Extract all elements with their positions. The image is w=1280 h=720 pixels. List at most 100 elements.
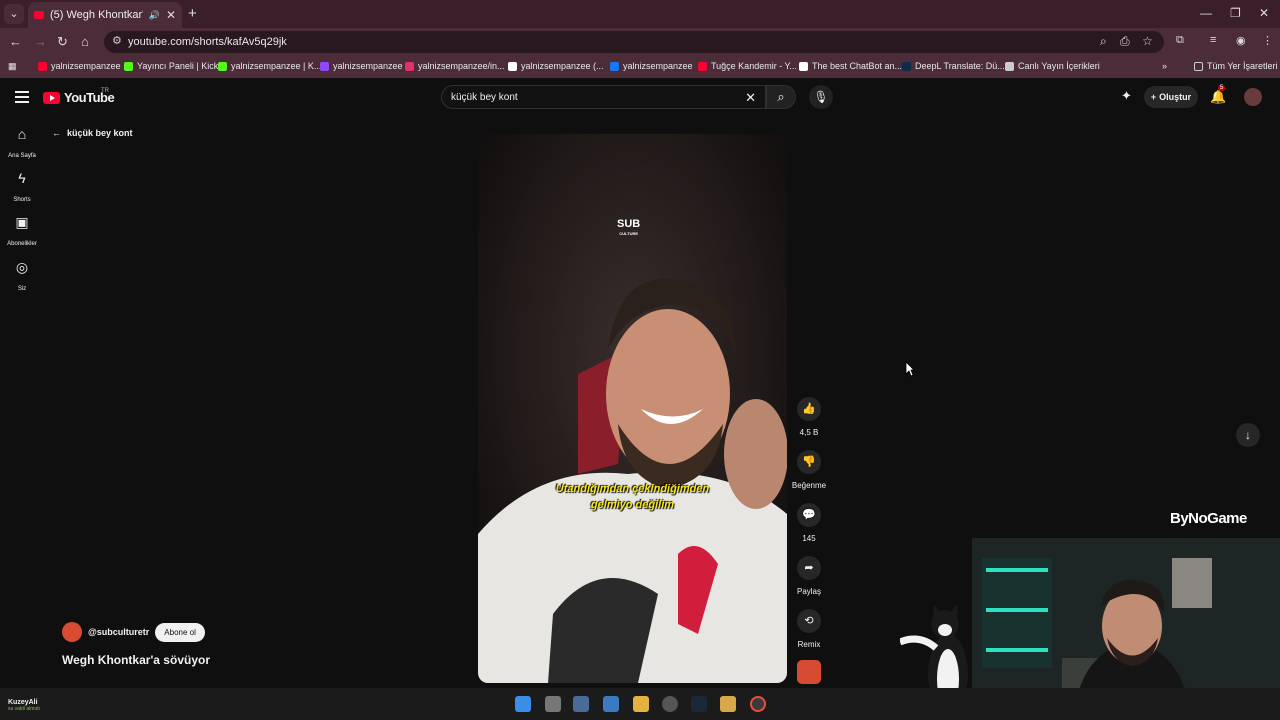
bookmark-favicon-icon — [218, 61, 227, 71]
bookmark-label: The best ChatBot an... — [812, 61, 903, 71]
video-caption: Utandığımdan çekindiğimden gelmiyo değil… — [478, 481, 787, 513]
video-title[interactable]: Wegh Khontkar'a sövüyor — [62, 653, 210, 667]
forward-nav-icon[interactable]: → — [34, 34, 47, 49]
zoom-icon[interactable]: ⌕ — [1100, 34, 1107, 49]
all-bookmarks[interactable]: Tüm Yer İşaretleri — [1194, 61, 1278, 71]
shorts-video-player[interactable]: SUB CULTURE — [478, 134, 787, 683]
file-explorer-icon[interactable] — [633, 696, 649, 712]
reload-icon[interactable]: ↻ — [57, 34, 68, 50]
tab-title: (5) Wegh Khontkar'a sövüyo — [50, 9, 143, 21]
extensions-icon[interactable]: ⧉ — [1176, 34, 1184, 47]
task-view-icon[interactable] — [545, 696, 561, 712]
sponsor-logo: ByNoGame — [1170, 510, 1247, 527]
voice-search-button[interactable]: 🎙 — [809, 85, 833, 109]
bookmark-label: yalnizsempanzee | K... — [231, 61, 322, 71]
dislike-button[interactable]: 👎 Beğenme — [791, 450, 827, 490]
sidebar-item-shorts[interactable]: ϟ Shorts — [0, 170, 44, 206]
close-tab-icon[interactable]: ✕ — [166, 8, 176, 22]
browser-tab[interactable]: (5) Wegh Khontkar'a sövüyo 🔊 ✕ — [28, 2, 182, 28]
channel-thumbnail[interactable] — [797, 660, 821, 684]
search-button[interactable]: ⌕ — [766, 85, 796, 109]
comment-count: 145 — [802, 534, 816, 543]
notifications-button[interactable]: 🔔 5 — [1210, 85, 1227, 105]
bookmark-item[interactable]: Canlı Yayın İçerikleri — [1005, 61, 1100, 71]
bookmark-favicon-icon — [320, 61, 329, 71]
close-window-button[interactable]: ✕ — [1259, 6, 1269, 20]
remix-button[interactable]: ⟲ Remix — [791, 609, 827, 649]
search-icon: ⌕ — [777, 89, 785, 104]
cast-icon[interactable]: ✦ — [1121, 88, 1132, 104]
taskbar-widget[interactable]: KuzeyAli su vakti almıdı — [8, 699, 40, 712]
bookmark-label: DeepL Translate: Dü... — [915, 61, 1005, 71]
comments-button[interactable]: 💬 145 — [791, 503, 827, 543]
hamburger-menu-icon[interactable] — [15, 91, 29, 106]
bookmark-item[interactable]: Yayıncı Paneli | Kick — [124, 61, 218, 71]
plus-icon: + — [1150, 92, 1157, 102]
youtube-favicon — [34, 11, 44, 19]
bookmark-item[interactable]: yalnizsempanzee (... — [508, 61, 604, 71]
create-button[interactable]: + Oluştur — [1144, 86, 1198, 108]
app-icon-2[interactable] — [603, 696, 619, 712]
clear-search-icon[interactable]: ✕ — [745, 90, 756, 106]
sidebar-item-home[interactable]: ⌂ Ana Sayfa — [0, 126, 44, 162]
windows-start-icon[interactable] — [515, 696, 531, 712]
share-button[interactable]: ➦ Paylaş — [791, 556, 827, 596]
remix-label: Remix — [797, 640, 821, 649]
address-bar[interactable]: ⚙ youtube.com/shorts/kafAv5q29jk ⌕ ⎙ ☆ — [104, 31, 1164, 53]
bookmark-item[interactable]: The best ChatBot an... — [799, 61, 902, 71]
bookmark-label: Yayıncı Paneli | Kick — [137, 61, 219, 71]
install-icon[interactable]: ⎙ — [1120, 34, 1130, 49]
watermark-text: SUB — [617, 218, 641, 230]
channel-name[interactable]: @subculturetr — [88, 627, 149, 637]
bookmark-item[interactable]: yalnizsempanzee — [38, 61, 121, 71]
sidebar-label: Abonelikler — [7, 241, 37, 247]
app-icon-3[interactable] — [662, 696, 678, 712]
channel-info: @subculturetr Abone ol — [62, 622, 205, 642]
speaker-icon[interactable]: 🔊 — [149, 10, 160, 21]
bookmark-star-icon[interactable]: ☆ — [1142, 34, 1153, 48]
subscribe-button[interactable]: Abone ol — [155, 622, 205, 642]
steam-icon[interactable] — [691, 696, 707, 712]
media-icon[interactable]: ≡ — [1210, 34, 1216, 46]
profile-icon[interactable]: ◉ — [1236, 34, 1246, 47]
bell-icon: 🔔 — [1210, 89, 1227, 104]
back-to-search[interactable]: ← küçük bey kont — [52, 128, 133, 138]
account-avatar[interactable] — [1244, 88, 1262, 106]
bookmark-item[interactable]: yalnizsempanzee — [320, 61, 403, 71]
bookmark-item[interactable]: Tuğçe Kandemir - Y... — [698, 61, 797, 71]
app-icon-4[interactable] — [720, 696, 736, 712]
chrome-icon[interactable] — [750, 696, 766, 712]
new-tab-button[interactable]: + — [188, 5, 197, 22]
minimize-button[interactable]: — — [1200, 6, 1212, 20]
like-button[interactable]: 👍 4,5 B — [791, 397, 827, 437]
youtube-logo[interactable]: YouTube TR — [43, 88, 115, 105]
bookmark-favicon-icon — [610, 61, 619, 71]
search-input[interactable]: küçük bey kont ✕ — [441, 85, 766, 109]
site-info-icon[interactable]: ⚙ — [112, 34, 122, 47]
bookmark-label: yalnizsempanzee — [333, 61, 403, 71]
youtube-play-icon — [43, 91, 60, 104]
bookmark-item[interactable]: yalnizsempanzee/in... — [405, 61, 505, 71]
home-icon: ⌂ — [17, 126, 27, 142]
channel-avatar[interactable] — [62, 622, 82, 642]
tab-list-button[interactable]: ⌄ — [4, 4, 24, 24]
more-bookmarks-icon[interactable]: » — [1162, 61, 1167, 71]
back-nav-icon[interactable]: ← — [9, 34, 22, 49]
menu-icon[interactable]: ⋮ — [1262, 34, 1273, 47]
apps-icon[interactable]: ▦ — [8, 61, 17, 72]
home-nav-icon[interactable]: ⌂ — [81, 34, 89, 49]
sidebar-label: Shorts — [13, 197, 31, 203]
bookmark-item[interactable]: yalnizsempanzee — [610, 61, 693, 71]
bookmark-item[interactable]: yalnizsempanzee | K... — [218, 61, 321, 71]
like-count: 4,5 B — [799, 428, 819, 437]
sidebar-item-you[interactable]: ◎ Siz — [0, 259, 44, 295]
restore-button[interactable]: ❐ — [1230, 6, 1241, 20]
country-code: TR — [101, 88, 109, 94]
bookmark-label: Canlı Yayın İçerikleri — [1018, 61, 1100, 71]
app-icon-1[interactable] — [573, 696, 589, 712]
next-video-button[interactable]: ↓ — [1236, 423, 1260, 447]
bookmark-favicon-icon — [698, 61, 707, 71]
bookmark-item[interactable]: DeepL Translate: Dü... — [902, 61, 1005, 71]
sidebar-item-subscriptions[interactable]: ▣ Abonelikler — [0, 214, 44, 250]
widget-user: KuzeyAli — [8, 699, 38, 706]
